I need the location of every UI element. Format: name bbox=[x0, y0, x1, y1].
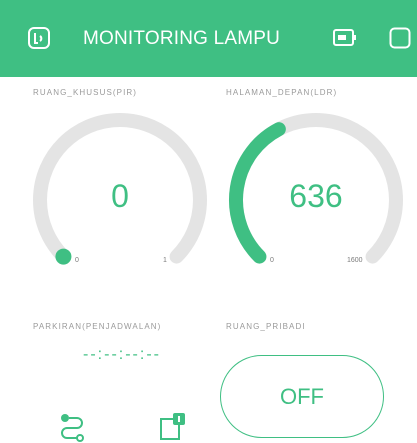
battery-icon[interactable] bbox=[333, 29, 357, 47]
scheduler-label: PARKIRAN(PENJADWALAN) bbox=[33, 322, 162, 331]
gauge-value-ruang-khusus: 0 bbox=[111, 178, 129, 214]
gauge-label-halaman-depan: HALAMAN_DEPAN(LDR) bbox=[226, 88, 338, 97]
header-bar: MONITORING LAMPU bbox=[0, 0, 417, 77]
gauge-value-halaman-depan: 636 bbox=[289, 178, 343, 214]
gauge-min-halaman-depan: 0 bbox=[270, 257, 274, 264]
gauge-max-ruang-khusus: 1 bbox=[163, 257, 167, 264]
square-icon[interactable] bbox=[389, 27, 411, 49]
switch-label: RUANG_PRIBADI bbox=[226, 322, 306, 331]
app-logo-icon[interactable] bbox=[27, 26, 51, 50]
gauge-max-halaman-depan: 1600 bbox=[347, 257, 363, 264]
toggle-switch-button[interactable]: OFF bbox=[220, 355, 384, 438]
gauge-label-ruang-khusus: RUANG_KHUSUS(PIR) bbox=[33, 88, 138, 97]
app-title: MONITORING LAMPU bbox=[83, 28, 281, 49]
calendar-icon[interactable] bbox=[158, 410, 188, 442]
route-icon[interactable] bbox=[58, 412, 86, 442]
gauge-min-ruang-khusus: 0 bbox=[75, 257, 79, 264]
gauge-fill-dot bbox=[55, 248, 72, 265]
scheduler-time-display[interactable]: --:--:--:-- bbox=[62, 346, 182, 364]
